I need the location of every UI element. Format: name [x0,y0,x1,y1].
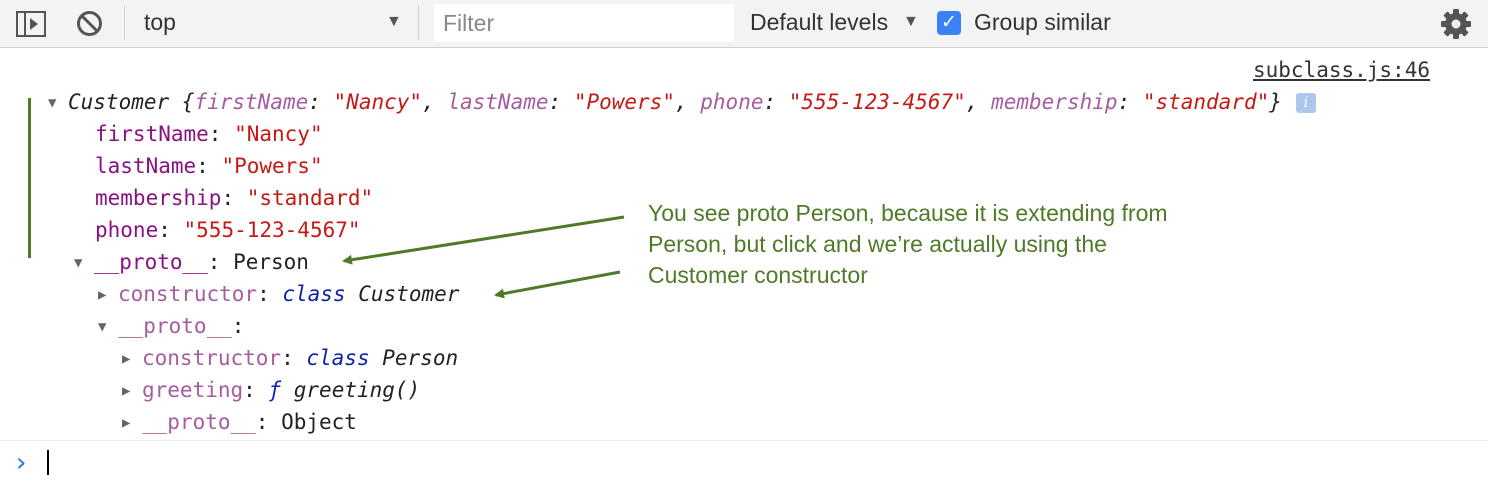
annotation-arrow [494,270,621,299]
annotation-arrows [342,215,625,299]
annotation-arrow [342,215,625,265]
prompt-divider [0,440,1488,441]
prompt-chevron-icon: › [16,448,27,478]
console-input-caret[interactable] [47,450,49,475]
